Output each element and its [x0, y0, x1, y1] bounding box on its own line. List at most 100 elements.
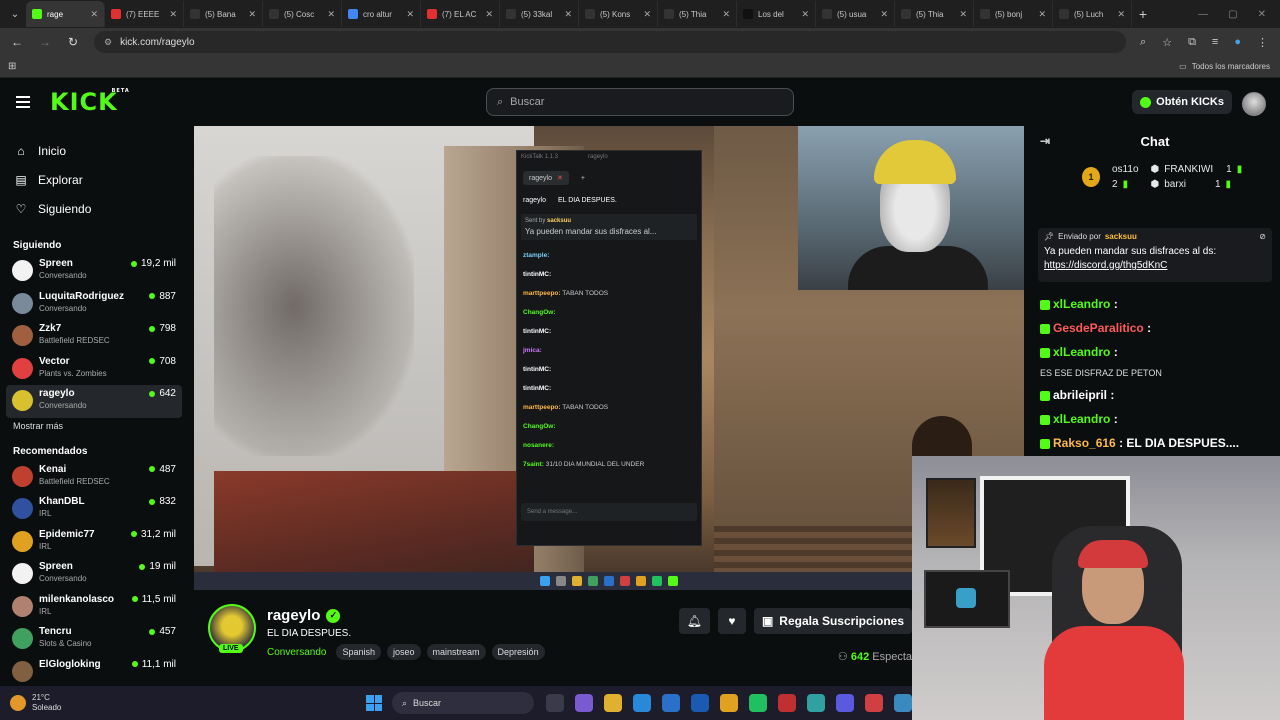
sidebar-channel[interactable]: Tencru Slots & Casino 457 — [0, 623, 190, 656]
sidebar-channel[interactable]: Spreen Conversando 19 mil — [0, 558, 190, 591]
leaderboard-entry[interactable]: os11o — [1112, 164, 1139, 175]
sidebar-channel[interactable]: Zzk7 Battlefield REDSEC 798 — [0, 320, 190, 353]
close-tab-icon[interactable]: ✕ — [406, 9, 414, 20]
back-icon[interactable]: ← — [10, 35, 24, 49]
close-icon[interactable]: ✕ — [557, 174, 563, 182]
show-more-link[interactable]: Mostrar más — [0, 421, 190, 435]
close-tab-icon[interactable]: ✕ — [1038, 9, 1046, 20]
discord-icon[interactable] — [836, 694, 854, 712]
profile-icon[interactable]: ● — [1234, 36, 1241, 49]
stream-tag[interactable]: Depresión — [491, 644, 545, 660]
browser-tab[interactable]: (5) Thia ✕ — [658, 1, 737, 27]
close-tab-icon[interactable]: ✕ — [485, 9, 493, 20]
chat-username[interactable]: xlLeandro — [1053, 297, 1110, 311]
kicktalk-user[interactable]: marttpeepo: — [523, 290, 561, 297]
edge-icon[interactable] — [633, 694, 651, 712]
chrome-icon[interactable] — [720, 694, 738, 712]
nav-inicio[interactable]: ⌂ Inicio — [0, 136, 190, 165]
kicktalk-tab[interactable]: rageylo ✕ — [523, 171, 569, 185]
notification-button[interactable]: 🔔︎ — [678, 608, 710, 634]
chat-username[interactable]: Rakso_616 — [1053, 436, 1116, 450]
minimize-icon[interactable]: — — [1198, 9, 1208, 20]
site-info-icon[interactable]: ⚙ — [104, 37, 112, 48]
nav-explorar[interactable]: ▤ Explorar — [0, 165, 190, 194]
close-window-icon[interactable]: ✕ — [1258, 9, 1266, 20]
browser-tab[interactable]: cro altur ✕ — [342, 1, 421, 27]
kicktalk-user[interactable]: ChangOw: — [523, 309, 556, 316]
taskbar-search[interactable]: ⌕ Buscar — [392, 692, 534, 714]
video-player[interactable]: KickTalk 1.1.3 rageylo rageylo ✕ + ragey… — [194, 126, 1024, 590]
get-kicks-button[interactable]: Obtén KICKs — [1132, 90, 1232, 114]
app-icon[interactable] — [807, 694, 825, 712]
kicktalk-user[interactable]: marttpeepo: — [523, 404, 561, 411]
nav-siguiendo[interactable]: ♡ Siguiendo — [0, 194, 190, 223]
task-view-icon[interactable] — [546, 694, 564, 712]
search-input[interactable]: ⌕ Buscar — [486, 88, 794, 116]
sidebar-channel[interactable]: Kenai Battlefield REDSEC 487 — [0, 461, 190, 494]
kicktalk-user[interactable]: 7saint: — [523, 461, 544, 468]
reload-icon[interactable]: ↻ — [66, 35, 80, 49]
sidebar-channel[interactable]: Vector Plants vs. Zombies 708 — [0, 353, 190, 386]
spotify-icon[interactable] — [749, 694, 767, 712]
new-tab-button[interactable]: + — [1132, 6, 1154, 22]
url-field[interactable]: ⚙ kick.com/rageylo — [94, 31, 1127, 53]
file-explorer-icon[interactable] — [604, 694, 622, 712]
channel-name[interactable]: rageylo — [267, 607, 320, 624]
browser-tab[interactable]: (5) bonj ✕ — [974, 1, 1053, 27]
tab-search-icon[interactable]: ⌄ — [4, 9, 26, 20]
app-icon[interactable] — [778, 694, 796, 712]
gift-subs-button[interactable]: ▣ Regala Suscripciones — [753, 608, 912, 634]
close-tab-icon[interactable]: ✕ — [801, 9, 809, 20]
hamburger-menu-icon[interactable] — [16, 96, 30, 108]
leaderboard-entry[interactable]: ⬢ FRANKIWI 1 ▮ — [1151, 164, 1243, 175]
pinned-link[interactable]: https://discord.gg/thg5dKnC — [1044, 259, 1266, 273]
kicktalk-user[interactable]: nosanere: — [523, 442, 554, 449]
weather-widget[interactable]: 21°C Soleado — [10, 693, 61, 713]
browser-tab[interactable]: (5) Luch ✕ — [1053, 1, 1132, 27]
kicktalk-user[interactable]: ChangOw: — [523, 423, 556, 430]
sidebar-channel[interactable]: LuquitaRodriguez Conversando 887 — [0, 288, 190, 321]
kick-logo[interactable]: KICK BETA — [50, 88, 129, 116]
browser-tab[interactable]: (7) EEEE ✕ — [105, 1, 184, 27]
media-icon[interactable]: ≡ — [1212, 36, 1218, 49]
menu-icon[interactable]: ⋮ — [1257, 36, 1268, 49]
browser-tab[interactable]: (5) Thia ✕ — [895, 1, 974, 27]
start-button-icon[interactable] — [366, 695, 382, 711]
chat-username[interactable]: xlLeandro — [1053, 412, 1110, 426]
browser-tab[interactable]: (5) 33kal ✕ — [500, 1, 579, 27]
sidebar-channel[interactable]: ElGlogloking 11,1 mil — [0, 656, 190, 689]
sidebar-channel[interactable]: KhanDBL IRL 832 — [0, 493, 190, 526]
stream-tag[interactable]: mainstream — [426, 644, 486, 660]
kicktalk-user[interactable]: ztample: — [523, 252, 549, 259]
chat-username[interactable]: xlLeandro — [1053, 345, 1110, 359]
close-tab-icon[interactable]: ✕ — [643, 9, 651, 20]
sidebar-channel[interactable]: Spreen Conversando 19,2 mil — [0, 255, 190, 288]
browser-tab[interactable]: (5) Kons ✕ — [579, 1, 658, 27]
kicktalk-user[interactable]: jmica: — [523, 347, 542, 354]
user-avatar[interactable] — [1242, 92, 1266, 116]
close-tab-icon[interactable]: ✕ — [880, 9, 888, 20]
close-tab-icon[interactable]: ✕ — [169, 9, 177, 20]
browser-tab[interactable]: (5) usua ✕ — [816, 1, 895, 27]
chat-username[interactable]: abrileipril — [1053, 388, 1107, 402]
sidebar-channel[interactable]: milenkanolasco IRL 11,5 mil — [0, 591, 190, 624]
apps-icon[interactable]: ⊞ — [8, 61, 16, 72]
browser-tab[interactable]: (5) Cosc ✕ — [263, 1, 342, 27]
kicktalk-user[interactable]: tintinMC: — [523, 366, 551, 373]
browser-tab[interactable]: rage ✕ — [26, 1, 105, 27]
outlook-icon[interactable] — [691, 694, 709, 712]
chat-username[interactable]: GesdeParalitico — [1053, 321, 1144, 335]
app-icon[interactable] — [894, 694, 912, 712]
obs-icon[interactable] — [865, 694, 883, 712]
leaderboard-entry[interactable]: ⬢ barxi 1 ▮ — [1151, 179, 1243, 190]
kicktalk-input[interactable]: Send a message... — [521, 503, 697, 521]
close-tab-icon[interactable]: ✕ — [90, 9, 98, 20]
browser-tab[interactable]: Los del ✕ — [737, 1, 816, 27]
follow-button[interactable]: ♥ — [717, 608, 746, 634]
kicktalk-user[interactable]: tintinMC: — [523, 385, 551, 392]
stream-tag[interactable]: joseo — [387, 644, 421, 660]
copilot-icon[interactable] — [575, 694, 593, 712]
close-tab-icon[interactable]: ✕ — [327, 9, 335, 20]
stream-tag[interactable]: Spanish — [336, 644, 382, 660]
browser-tab[interactable]: (5) Bana ✕ — [184, 1, 263, 27]
